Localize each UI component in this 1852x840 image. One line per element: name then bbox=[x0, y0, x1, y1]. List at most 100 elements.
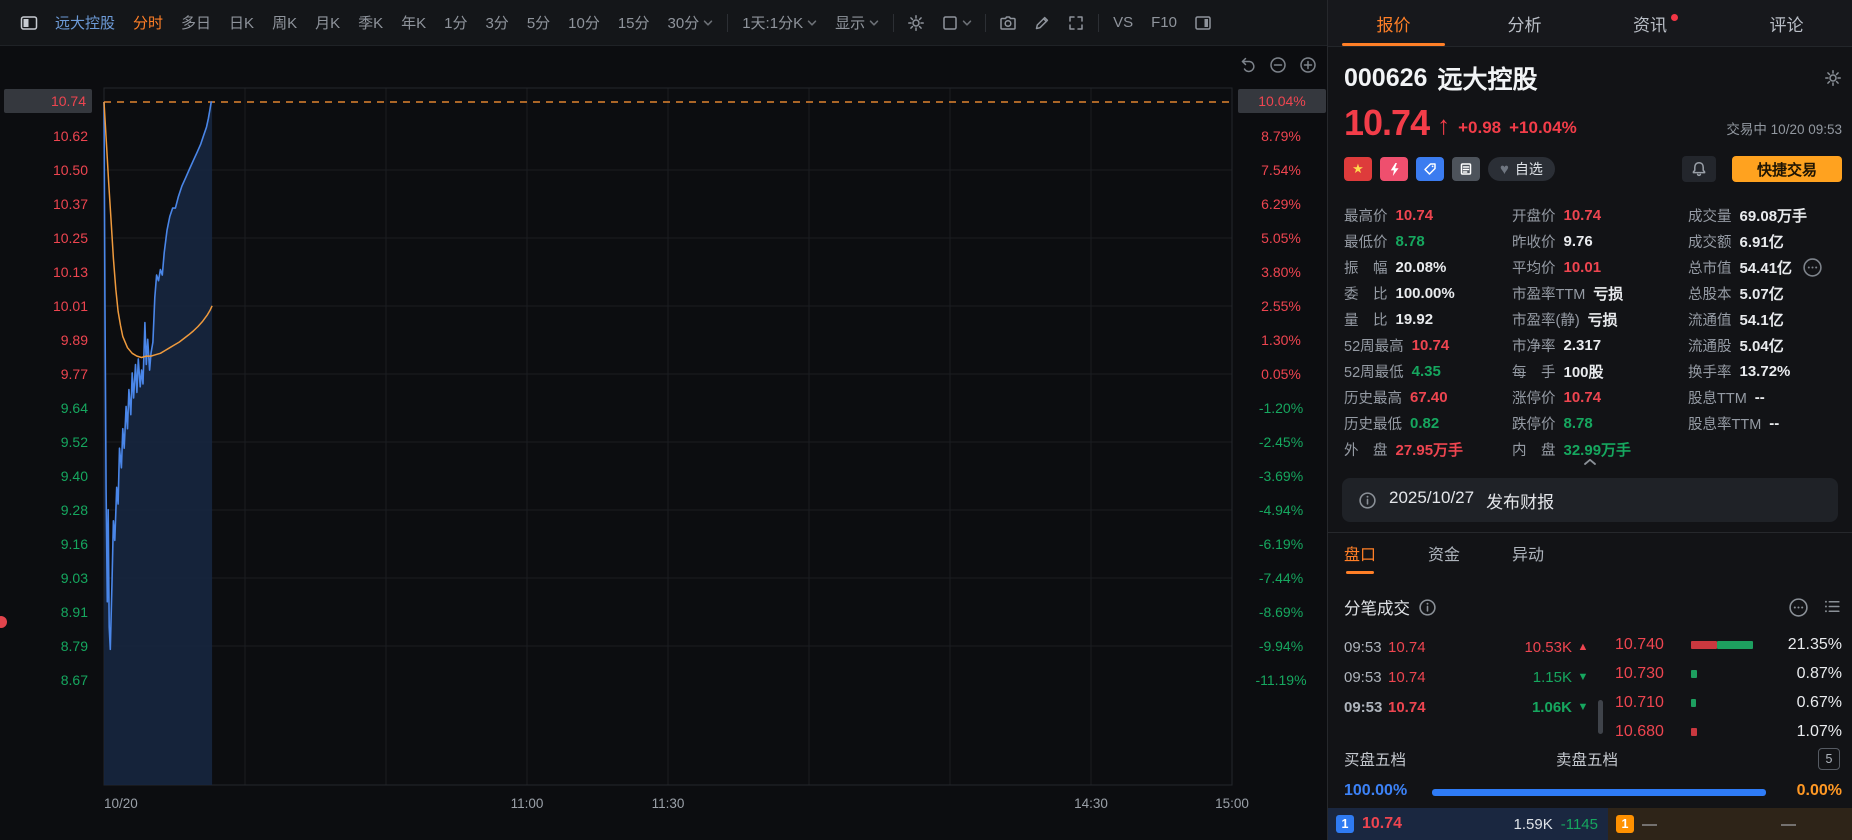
stat-label: 成交额 bbox=[1688, 231, 1732, 252]
toolbar-item-display-menu[interactable]: 显示 bbox=[826, 12, 888, 33]
price-axis-label: 9.64 bbox=[4, 399, 88, 417]
window-layout-icon[interactable] bbox=[12, 14, 46, 32]
toolbar-item-week-k[interactable]: 周K bbox=[263, 12, 306, 33]
stat-value: 10.01 bbox=[1564, 259, 1602, 276]
timeshare-chart[interactable]: 10.7410.6210.5010.3710.2510.1310.019.899… bbox=[0, 46, 1327, 840]
ladder-percent: 1.07% bbox=[1780, 723, 1846, 741]
panel-tab-news[interactable]: 资讯 bbox=[1590, 0, 1721, 46]
bid-level-1[interactable]: 1 10.74 1.59K -1145 bbox=[1328, 808, 1608, 840]
price-change-pct: +10.04% bbox=[1509, 114, 1577, 142]
toolbar-item-f10[interactable]: F10 bbox=[1142, 14, 1186, 31]
bell-button[interactable] bbox=[1682, 156, 1716, 182]
bid-price: 10.74 bbox=[1362, 815, 1402, 833]
tick-row[interactable]: 09:5310.7410.53K▲ bbox=[1336, 632, 1594, 662]
ladder-row[interactable]: 10.7100.67% bbox=[1615, 688, 1846, 717]
toolbar-item-quarter-k[interactable]: 季K bbox=[349, 12, 392, 33]
gear-icon[interactable] bbox=[1824, 69, 1842, 87]
stats-row: 历史最低0.82跌停价8.78股息率TTM-- bbox=[1344, 410, 1846, 436]
draw-icon[interactable] bbox=[1025, 14, 1059, 32]
zoom-in-icon[interactable] bbox=[1297, 54, 1319, 76]
toolbar-separator bbox=[727, 14, 728, 32]
sell-ratio: 0.00% bbox=[1797, 782, 1842, 800]
scrollbar-thumb[interactable] bbox=[1598, 700, 1603, 734]
toolbar-item-min-15[interactable]: 15分 bbox=[609, 12, 659, 33]
chart-settings-icon[interactable] bbox=[899, 14, 933, 32]
stat-cell: 振 幅20.08% bbox=[1344, 257, 1512, 278]
fullscreen-icon[interactable] bbox=[1059, 14, 1093, 32]
stat-cell: 外 盘27.95万手 bbox=[1344, 439, 1512, 460]
more-icon[interactable] bbox=[1802, 257, 1823, 278]
subtab-movements[interactable]: 异动 bbox=[1512, 541, 1544, 565]
toolbar-item-min-3[interactable]: 3分 bbox=[476, 12, 517, 33]
chart-canvas[interactable] bbox=[0, 46, 1327, 840]
tick-row[interactable]: 09:5310.741.06K▼ bbox=[1336, 692, 1594, 722]
ladder-row[interactable]: 10.6801.07% bbox=[1615, 717, 1846, 746]
collapse-button[interactable] bbox=[1328, 458, 1852, 466]
toolbar-item-min-10[interactable]: 10分 bbox=[559, 12, 609, 33]
list-icon[interactable] bbox=[1823, 597, 1842, 618]
depth-level-badge[interactable]: 5 bbox=[1818, 748, 1840, 770]
stats-row: 最高价10.74开盘价10.74成交量69.08万手 bbox=[1344, 202, 1846, 228]
stat-value: 5.07亿 bbox=[1740, 283, 1784, 304]
percent-axis-label: -1.20% bbox=[1238, 399, 1324, 417]
watchlist-button[interactable]: ♥自选 bbox=[1488, 157, 1555, 181]
percent-axis-label: 5.05% bbox=[1238, 229, 1324, 247]
ladder-row[interactable]: 10.7300.87% bbox=[1615, 659, 1846, 688]
tick-row[interactable]: 09:5310.741.15K▼ bbox=[1336, 662, 1594, 692]
stat-label: 最低价 bbox=[1344, 231, 1388, 252]
toolbar-item-interval-combo[interactable]: 1天:1分K bbox=[733, 12, 826, 33]
reset-zoom-icon[interactable] bbox=[1237, 54, 1259, 76]
panel-tab-analysis[interactable]: 分析 bbox=[1459, 0, 1590, 46]
toolbar-item-year-k[interactable]: 年K bbox=[392, 12, 435, 33]
toolbar-item-min-1[interactable]: 1分 bbox=[435, 12, 476, 33]
announcement-card[interactable]: 2025/10/27 发布财报 bbox=[1342, 478, 1838, 522]
tick-row[interactable]: 09:5310.74653▲ bbox=[1336, 622, 1594, 632]
label-badge[interactable] bbox=[1416, 157, 1444, 181]
panel-tab-quote[interactable]: 报价 bbox=[1328, 0, 1459, 46]
price-volume-ladder[interactable]: 10.74021.35%10.7300.87%10.7100.67%10.680… bbox=[1615, 630, 1846, 746]
unread-dot bbox=[1671, 14, 1678, 21]
announcement-date: 2025/10/27 bbox=[1389, 488, 1474, 513]
stat-label: 涨停价 bbox=[1512, 387, 1556, 408]
subtab-order-book[interactable]: 盘口 bbox=[1344, 541, 1376, 565]
more-icon[interactable] bbox=[1788, 597, 1809, 618]
stat-value: 9.76 bbox=[1564, 233, 1593, 250]
stat-value: 10.74 bbox=[1412, 337, 1450, 354]
toolbar-item-min-30[interactable]: 30分 bbox=[659, 12, 723, 33]
toolbar-item-timeshare[interactable]: 分时 bbox=[124, 12, 172, 33]
toolbar-item-compare[interactable]: VS bbox=[1104, 14, 1142, 31]
movement-badge[interactable] bbox=[1380, 157, 1408, 181]
screenshot-icon[interactable] bbox=[991, 14, 1025, 32]
toolbar-item-month-k[interactable]: 月K bbox=[306, 12, 349, 33]
subtab-funds[interactable]: 资金 bbox=[1428, 541, 1460, 565]
zoom-out-icon[interactable] bbox=[1267, 54, 1289, 76]
stat-value: 8.78 bbox=[1564, 415, 1593, 432]
percent-axis-label: -2.45% bbox=[1238, 433, 1324, 451]
panel-tab-comments[interactable]: 评论 bbox=[1721, 0, 1852, 46]
stat-cell: 涨停价10.74 bbox=[1512, 387, 1688, 408]
toolbar-item-day-k[interactable]: 日K bbox=[220, 12, 263, 33]
toolbar-item-min-5[interactable]: 5分 bbox=[518, 12, 559, 33]
stat-cell: 每 手100股 bbox=[1512, 361, 1688, 382]
tick-trade-list[interactable]: 09:5310.74653▲09:5310.7410.53K▲09:5310.7… bbox=[1336, 622, 1594, 740]
stat-value: 10.74 bbox=[1396, 207, 1434, 224]
stock-name: 远大控股 bbox=[1437, 60, 1537, 96]
toggle-panel-icon[interactable] bbox=[1186, 14, 1220, 32]
quick-trade-button[interactable]: 快捷交易 bbox=[1732, 156, 1842, 182]
note-badge[interactable] bbox=[1452, 157, 1480, 181]
toolbar-item-multiday[interactable]: 多日 bbox=[172, 12, 220, 33]
info-icon[interactable] bbox=[1418, 598, 1437, 617]
stat-cell: 历史最低0.82 bbox=[1344, 413, 1512, 434]
ask-level-1[interactable]: 1 — — bbox=[1608, 808, 1852, 840]
ladder-row[interactable]: 10.74021.35% bbox=[1615, 630, 1846, 659]
ask-level-badge: 1 bbox=[1616, 815, 1634, 833]
drawing-board-icon[interactable] bbox=[933, 14, 980, 32]
price-axis-label: 9.16 bbox=[4, 535, 88, 553]
stat-value: -- bbox=[1755, 389, 1765, 406]
stat-cell: 最高价10.74 bbox=[1344, 205, 1512, 226]
cn-market-badge[interactable]: ★ bbox=[1344, 157, 1372, 181]
toolbar-item-symbol-tab[interactable]: 远大控股 bbox=[46, 12, 124, 33]
chart-toolbar: 远大控股分时多日日K周K月K季K年K1分3分5分10分15分30分 1天:1分K显… bbox=[0, 0, 1327, 46]
price-axis-label: 8.67 bbox=[4, 671, 88, 689]
stat-cell: 开盘价10.74 bbox=[1512, 205, 1688, 226]
